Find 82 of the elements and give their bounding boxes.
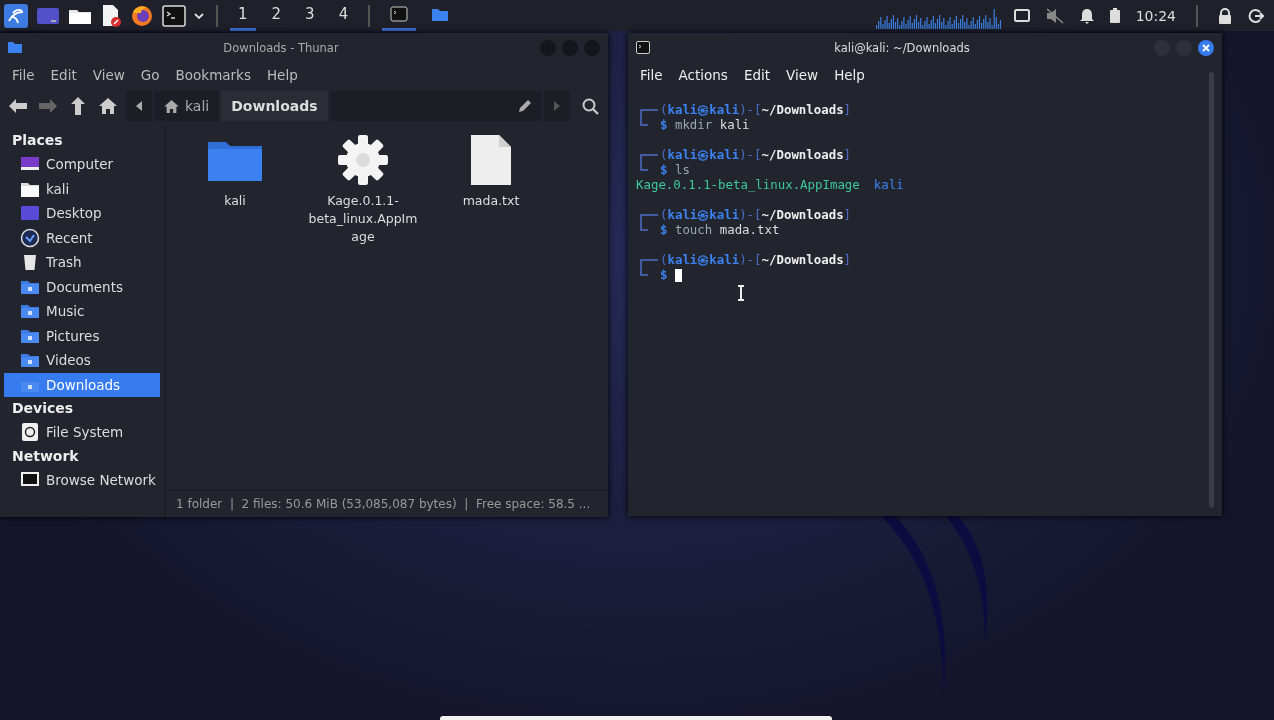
prompt-bracket-icon bbox=[640, 214, 658, 231]
prompt-line: (kali㉿kali)-[~/Downloads] bbox=[660, 207, 852, 222]
screen-icon[interactable] bbox=[1013, 8, 1030, 23]
command-line: $ mkdir kali bbox=[660, 117, 750, 132]
pencil-icon[interactable] bbox=[518, 99, 532, 113]
desktop-icon[interactable] bbox=[36, 5, 60, 26]
folder-icon bbox=[432, 7, 449, 21]
lock-icon[interactable] bbox=[1218, 7, 1232, 24]
command-line: $ bbox=[660, 267, 669, 282]
home-icon bbox=[164, 99, 179, 113]
close-icon[interactable] bbox=[1198, 39, 1214, 56]
menu-item[interactable]: Actions bbox=[670, 65, 736, 85]
sidebar-item[interactable]: Music bbox=[4, 299, 160, 324]
prompt-bracket-icon bbox=[640, 154, 658, 171]
text-cursor-icon bbox=[737, 285, 745, 301]
sidebar-item[interactable]: Computer bbox=[4, 152, 160, 177]
bell-icon[interactable] bbox=[1079, 7, 1094, 24]
command-line: $ touch mada.txt bbox=[660, 222, 780, 237]
drive-icon bbox=[20, 422, 40, 443]
sidebar-item[interactable]: Trash bbox=[4, 250, 160, 275]
workspace-button[interactable]: 2 bbox=[263, 0, 290, 31]
terminal-icon bbox=[390, 6, 409, 22]
sidebar-item[interactable]: File System bbox=[4, 420, 160, 445]
sidebar-item[interactable]: Pictures bbox=[4, 323, 160, 348]
menu-item[interactable]: File bbox=[4, 65, 43, 85]
sidebar-item[interactable]: Videos bbox=[4, 348, 160, 373]
gear-icon bbox=[337, 134, 389, 186]
sidebar-item[interactable]: Desktop bbox=[4, 201, 160, 226]
logout-icon[interactable] bbox=[1248, 7, 1264, 24]
scrollbar[interactable] bbox=[1209, 72, 1214, 508]
forward-arrow-icon[interactable] bbox=[39, 99, 57, 113]
speaker-muted-icon[interactable] bbox=[1045, 7, 1064, 24]
caret-left-icon[interactable] bbox=[136, 101, 142, 111]
clock[interactable]: 10:24 bbox=[1135, 7, 1176, 24]
battery-icon[interactable] bbox=[1109, 8, 1120, 23]
path-crumb[interactable]: Downloads bbox=[221, 91, 330, 121]
prompt-line: (kali㉿kali)-[~/Downloads] bbox=[660, 147, 852, 162]
menu-item[interactable]: Edit bbox=[42, 65, 85, 85]
file-name[interactable]: kali bbox=[177, 192, 293, 210]
home-icon[interactable] bbox=[99, 98, 117, 114]
sidebar-item[interactable]: kali bbox=[4, 176, 160, 201]
menu-item[interactable]: Help bbox=[258, 65, 306, 85]
sidebar-item[interactable]: Downloads bbox=[4, 372, 160, 397]
window-title: kali@kali: ~/Downloads bbox=[833, 40, 971, 55]
file-name[interactable]: mada.txt bbox=[433, 192, 549, 210]
folder-icon bbox=[8, 42, 22, 53]
search-icon[interactable] bbox=[581, 97, 599, 115]
clock-check-icon bbox=[20, 227, 40, 248]
workspace-button[interactable]: 3 bbox=[297, 0, 323, 31]
chevron-down-icon[interactable] bbox=[194, 11, 204, 20]
menu-item[interactable]: File bbox=[632, 65, 671, 85]
menu-item[interactable]: Go bbox=[132, 65, 168, 85]
command-line: $ ls bbox=[660, 162, 690, 177]
menu-item[interactable]: View bbox=[84, 65, 133, 85]
prompt-bracket-icon bbox=[640, 109, 658, 126]
menu-item[interactable]: View bbox=[778, 65, 827, 85]
dragon-logo-icon[interactable] bbox=[4, 3, 28, 28]
output-text: Kage.0.1.1-beta_linux.AppImage bbox=[636, 177, 860, 192]
prompt-line: (kali㉿kali)-[~/Downloads] bbox=[660, 102, 852, 117]
status-bar: 1 folder | 2 files: 50.6 MiB (53,085,087 bytes) | Free space: 58.5 ... bbox=[166, 489, 608, 517]
sidebar-heading: Network bbox=[11, 446, 80, 466]
sidebar-item[interactable]: Browse Network bbox=[4, 467, 160, 492]
workspace-button[interactable]: 4 bbox=[330, 0, 357, 31]
terminal-icon[interactable] bbox=[162, 4, 186, 27]
back-arrow-icon[interactable] bbox=[9, 99, 27, 113]
document-icon bbox=[470, 134, 512, 186]
prompt-bracket-icon bbox=[640, 259, 658, 276]
sidebar-item[interactable]: Documents bbox=[4, 274, 160, 299]
terminal-icon bbox=[636, 41, 650, 54]
sidebar-item[interactable]: Recent bbox=[4, 225, 160, 250]
prompt-line: (kali㉿kali)-[~/Downloads] bbox=[660, 252, 852, 267]
sidebar-heading: Devices bbox=[11, 399, 75, 418]
output-text: kali bbox=[873, 177, 904, 192]
up-arrow-icon[interactable] bbox=[71, 97, 85, 115]
window-title: Downloads - Thunar bbox=[222, 40, 340, 55]
globe-fox-icon[interactable] bbox=[130, 3, 154, 28]
document-pen-icon[interactable] bbox=[100, 3, 122, 28]
menu-item[interactable]: Edit bbox=[735, 65, 779, 85]
menu-item[interactable]: Bookmarks bbox=[167, 65, 259, 85]
file-name[interactable]: Kage.0.1.1-beta_linux.AppImage bbox=[305, 192, 421, 246]
sidebar-heading: Places bbox=[11, 131, 64, 150]
menu-item[interactable]: Help bbox=[826, 65, 873, 85]
